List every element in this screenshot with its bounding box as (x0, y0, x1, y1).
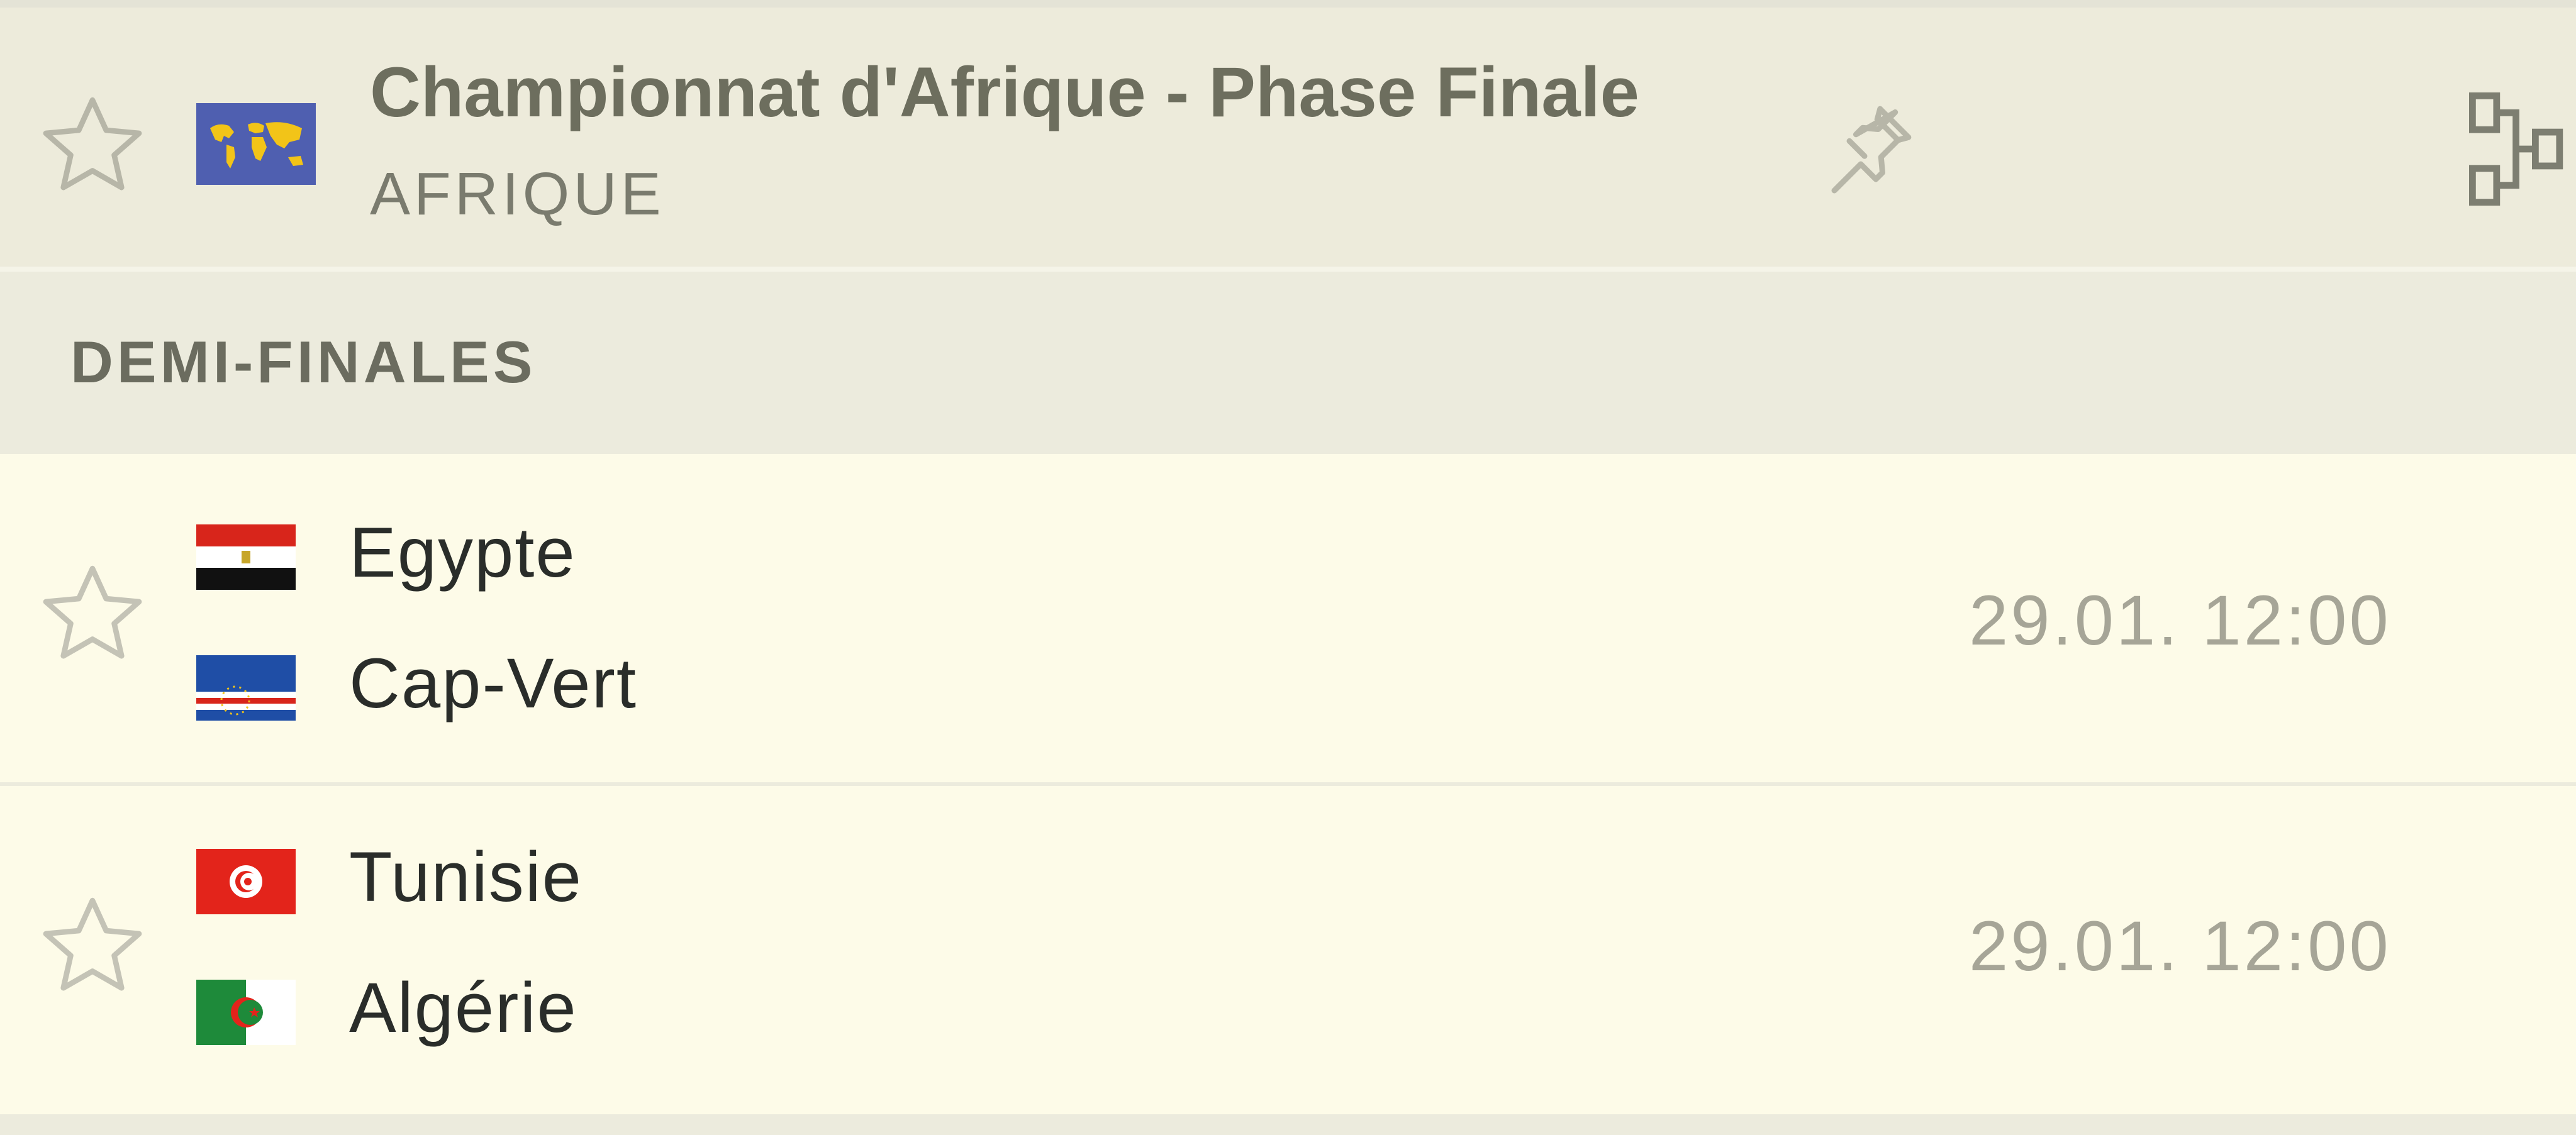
bracket-icon[interactable] (2466, 86, 2576, 212)
star-outline-icon[interactable] (33, 555, 152, 674)
match-row[interactable]: Tunisie Algérie 29.01. 12:00 (0, 786, 2576, 1114)
algeria-flag-icon (196, 980, 296, 1045)
match-time: 29.01. 12:00 (1969, 907, 2391, 985)
match-time: 29.01. 12:00 (1969, 581, 2391, 660)
team-home-name: Egypte (349, 513, 576, 592)
league-header[interactable]: Championnat d'Afrique - Phase Finale AFR… (0, 8, 2576, 267)
divider (0, 267, 2576, 272)
league-country: AFRIQUE (370, 160, 665, 228)
team-home-name: Tunisie (349, 838, 583, 916)
egypt-flag-icon (196, 524, 296, 590)
round-header: DEMI-FINALES (0, 272, 2576, 454)
star-outline-icon[interactable] (33, 86, 152, 206)
star-outline-icon[interactable] (33, 887, 152, 1006)
match-row[interactable]: Egypte Cap-Vert 29.01. 12:00 (0, 454, 2576, 782)
bottom-divider (0, 1114, 2576, 1135)
world-flag-icon (196, 103, 316, 185)
pin-icon[interactable] (1812, 92, 1925, 206)
cape-verde-flag-icon (196, 655, 296, 721)
tunisia-flag-icon (196, 849, 296, 914)
round-title: DEMI-FINALES (70, 329, 537, 395)
team-away-name: Algérie (349, 968, 577, 1047)
app-window: Championnat d'Afrique - Phase Finale AFR… (0, 0, 2576, 1135)
league-title[interactable]: Championnat d'Afrique - Phase Finale (370, 52, 1639, 133)
team-away-name: Cap-Vert (349, 644, 637, 723)
